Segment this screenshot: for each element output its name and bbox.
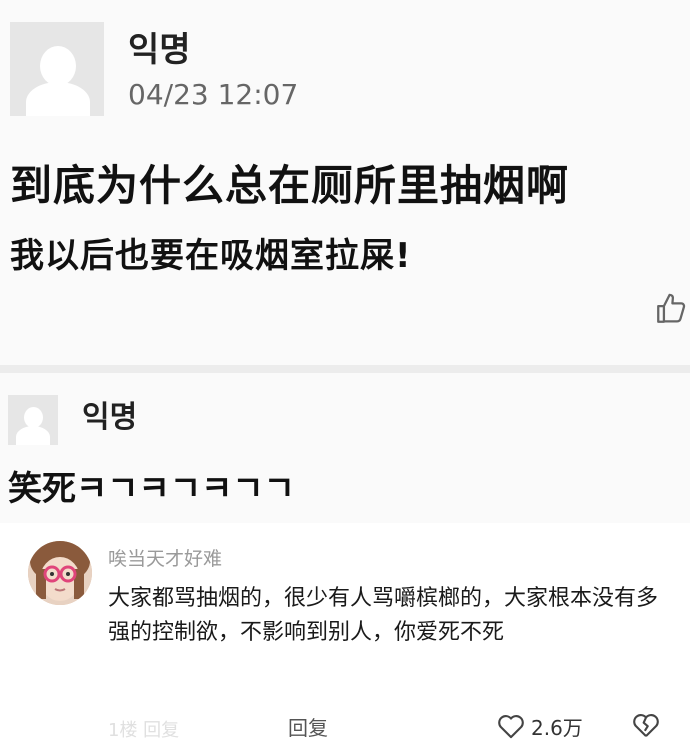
- faded-text: 1楼 回复: [108, 720, 180, 741]
- broken-heart-outline-icon[interactable]: [632, 712, 660, 738]
- post-avatar[interactable]: [10, 22, 104, 116]
- reply-avatar[interactable]: [8, 395, 58, 445]
- doll-avatar-icon: [28, 541, 92, 605]
- like-count: 2.6万: [531, 716, 583, 740]
- comment-text: 大家都骂抽烟的，很少有人骂嚼槟榔的，大家根本没有多强的控制欲，不影响到别人，你爱…: [108, 586, 659, 645]
- post-text-line-1: 到底为什么总在厕所里抽烟啊: [10, 161, 570, 210]
- heart-outline-icon[interactable]: [497, 713, 525, 739]
- commenter-avatar[interactable]: [28, 541, 92, 605]
- thumbs-up-outline-icon[interactable]: [654, 292, 688, 326]
- reply-author-name: 익명: [82, 400, 138, 435]
- post-text-line-2: 我以后也要在吸烟室拉屎!: [10, 236, 412, 276]
- reply-text: 笑死ㅋㄱㅋㄱㅋㄱㄱ: [8, 469, 295, 509]
- section-divider: [0, 365, 690, 373]
- commenter-username[interactable]: 唉当天才好难: [108, 544, 222, 571]
- post-author-name: 익명: [128, 30, 191, 70]
- post-timestamp: 04/23 12:07: [128, 78, 299, 111]
- reply-button[interactable]: 回复: [288, 712, 328, 741]
